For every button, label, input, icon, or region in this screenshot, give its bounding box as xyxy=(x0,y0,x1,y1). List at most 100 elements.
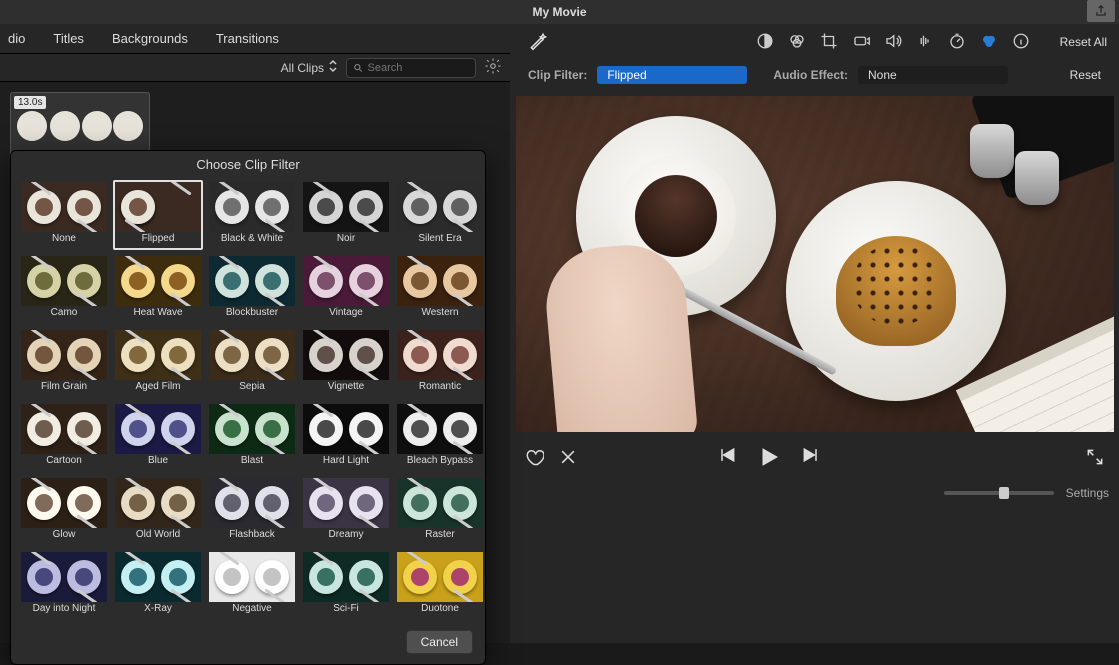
filter-name: Cartoon xyxy=(46,455,82,469)
stepper-icon xyxy=(328,59,338,76)
filter-option-old-world[interactable]: Old World xyxy=(113,476,203,546)
filter-option-aged-film[interactable]: Aged Film xyxy=(113,328,203,398)
panel-title: Choose Clip Filter xyxy=(11,151,485,180)
color-correction-icon[interactable] xyxy=(788,32,806,53)
filter-option-camo[interactable]: Camo xyxy=(19,254,109,324)
filter-name: Blockbuster xyxy=(226,307,278,321)
filter-option-bleach-bypass[interactable]: Bleach Bypass xyxy=(395,402,485,472)
filter-name: Vintage xyxy=(329,307,363,321)
filter-thumbnail xyxy=(21,404,107,454)
filter-thumbnail xyxy=(209,182,295,232)
search-field[interactable] xyxy=(368,62,470,74)
gear-icon[interactable] xyxy=(484,57,502,78)
prev-frame-icon[interactable] xyxy=(717,445,737,472)
filter-name: Blue xyxy=(148,455,168,469)
reset-all-button[interactable]: Reset All xyxy=(1060,35,1107,49)
preview-viewer[interactable] xyxy=(516,96,1114,432)
audio-effect-value[interactable]: None xyxy=(858,66,1008,84)
filter-option-flashback[interactable]: Flashback xyxy=(207,476,297,546)
filter-name: Hard Light xyxy=(323,455,369,469)
filter-option-western[interactable]: Western xyxy=(395,254,485,324)
crop-icon[interactable] xyxy=(820,32,838,53)
filter-name: Noir xyxy=(337,233,355,247)
reset-button[interactable]: Reset xyxy=(1070,68,1101,82)
clip-filter-value[interactable]: Flipped xyxy=(597,66,747,84)
noise-reduction-icon[interactable] xyxy=(916,32,934,53)
tab-backgrounds[interactable]: Backgrounds xyxy=(112,31,188,46)
filter-option-sepia[interactable]: Sepia xyxy=(207,328,297,398)
filter-option-hard-light[interactable]: Hard Light xyxy=(301,402,391,472)
filter-name: Day into Night xyxy=(33,603,96,617)
filter-option-noir[interactable]: Noir xyxy=(301,180,391,250)
filter-name: Camo xyxy=(51,307,78,321)
filter-thumbnail xyxy=(209,256,295,306)
filter-option-blast[interactable]: Blast xyxy=(207,402,297,472)
filter-option-glow[interactable]: Glow xyxy=(19,476,109,546)
stabilization-icon[interactable] xyxy=(852,32,870,53)
next-frame-icon[interactable] xyxy=(801,445,821,472)
filter-option-blockbuster[interactable]: Blockbuster xyxy=(207,254,297,324)
filter-name: X-Ray xyxy=(144,603,172,617)
filter-thumbnail xyxy=(115,182,201,232)
share-button[interactable] xyxy=(1087,0,1115,22)
filter-name: Film Grain xyxy=(41,381,87,395)
filter-option-day-into-night[interactable]: Day into Night xyxy=(19,550,109,620)
favorite-icon[interactable] xyxy=(524,447,544,470)
filter-name: Silent Era xyxy=(418,233,461,247)
filter-option-vintage[interactable]: Vintage xyxy=(301,254,391,324)
zoom-slider[interactable] xyxy=(944,491,1054,495)
filter-option-blue[interactable]: Blue xyxy=(113,402,203,472)
filter-option-flipped[interactable]: Flipped xyxy=(113,180,203,250)
scope-label: All Clips xyxy=(281,61,324,75)
fullscreen-icon[interactable] xyxy=(1085,447,1105,470)
audio-effect-label: Audio Effect: xyxy=(773,68,848,82)
speed-icon[interactable] xyxy=(948,32,966,53)
filter-option-duotone[interactable]: Duotone xyxy=(395,550,485,620)
info-icon[interactable] xyxy=(1012,32,1030,53)
filter-thumbnail xyxy=(397,478,483,528)
filter-name: Sepia xyxy=(239,381,265,395)
filter-option-x-ray[interactable]: X-Ray xyxy=(113,550,203,620)
filter-thumbnail xyxy=(209,330,295,380)
filter-option-vignette[interactable]: Vignette xyxy=(301,328,391,398)
tab-titles[interactable]: Titles xyxy=(53,31,84,46)
search-input[interactable] xyxy=(346,58,476,78)
filter-option-film-grain[interactable]: Film Grain xyxy=(19,328,109,398)
filter-thumbnail xyxy=(21,552,107,602)
color-balance-icon[interactable] xyxy=(756,32,774,53)
filter-name: Dreamy xyxy=(328,529,363,543)
cancel-button[interactable]: Cancel xyxy=(406,630,473,654)
tab-audio[interactable]: dio xyxy=(8,31,25,46)
filter-option-none[interactable]: None xyxy=(19,180,109,250)
scope-selector[interactable]: All Clips xyxy=(281,59,338,76)
filter-thumbnail xyxy=(115,404,201,454)
filter-thumbnail xyxy=(209,404,295,454)
filter-option-heat-wave[interactable]: Heat Wave xyxy=(113,254,203,324)
filter-option-negative[interactable]: Negative xyxy=(207,550,297,620)
filter-name: Raster xyxy=(425,529,454,543)
filter-name: Heat Wave xyxy=(133,307,182,321)
volume-icon[interactable] xyxy=(884,32,902,53)
filter-option-black-white[interactable]: Black & White xyxy=(207,180,297,250)
filter-option-raster[interactable]: Raster xyxy=(395,476,485,546)
clip-filter-icon[interactable] xyxy=(980,32,998,53)
filter-thumbnail xyxy=(397,256,483,306)
reject-icon[interactable] xyxy=(558,447,578,470)
auto-enhance-icon[interactable] xyxy=(528,31,548,54)
filter-thumbnail xyxy=(115,552,201,602)
tab-transitions[interactable]: Transitions xyxy=(216,31,279,46)
play-icon[interactable] xyxy=(757,445,781,472)
filter-option-romantic[interactable]: Romantic xyxy=(395,328,485,398)
filter-thumbnail xyxy=(303,404,389,454)
filter-thumbnail xyxy=(303,478,389,528)
filter-option-silent-era[interactable]: Silent Era xyxy=(395,180,485,250)
settings-button[interactable]: Settings xyxy=(1066,486,1109,500)
filter-option-cartoon[interactable]: Cartoon xyxy=(19,402,109,472)
filter-option-dreamy[interactable]: Dreamy xyxy=(301,476,391,546)
filter-name: Flipped xyxy=(142,233,175,247)
filter-name: Sci-Fi xyxy=(333,603,359,617)
filter-name: Bleach Bypass xyxy=(407,455,473,469)
filter-name: Flashback xyxy=(229,529,275,543)
filter-thumbnail xyxy=(21,256,107,306)
filter-option-sci-fi[interactable]: Sci-Fi xyxy=(301,550,391,620)
